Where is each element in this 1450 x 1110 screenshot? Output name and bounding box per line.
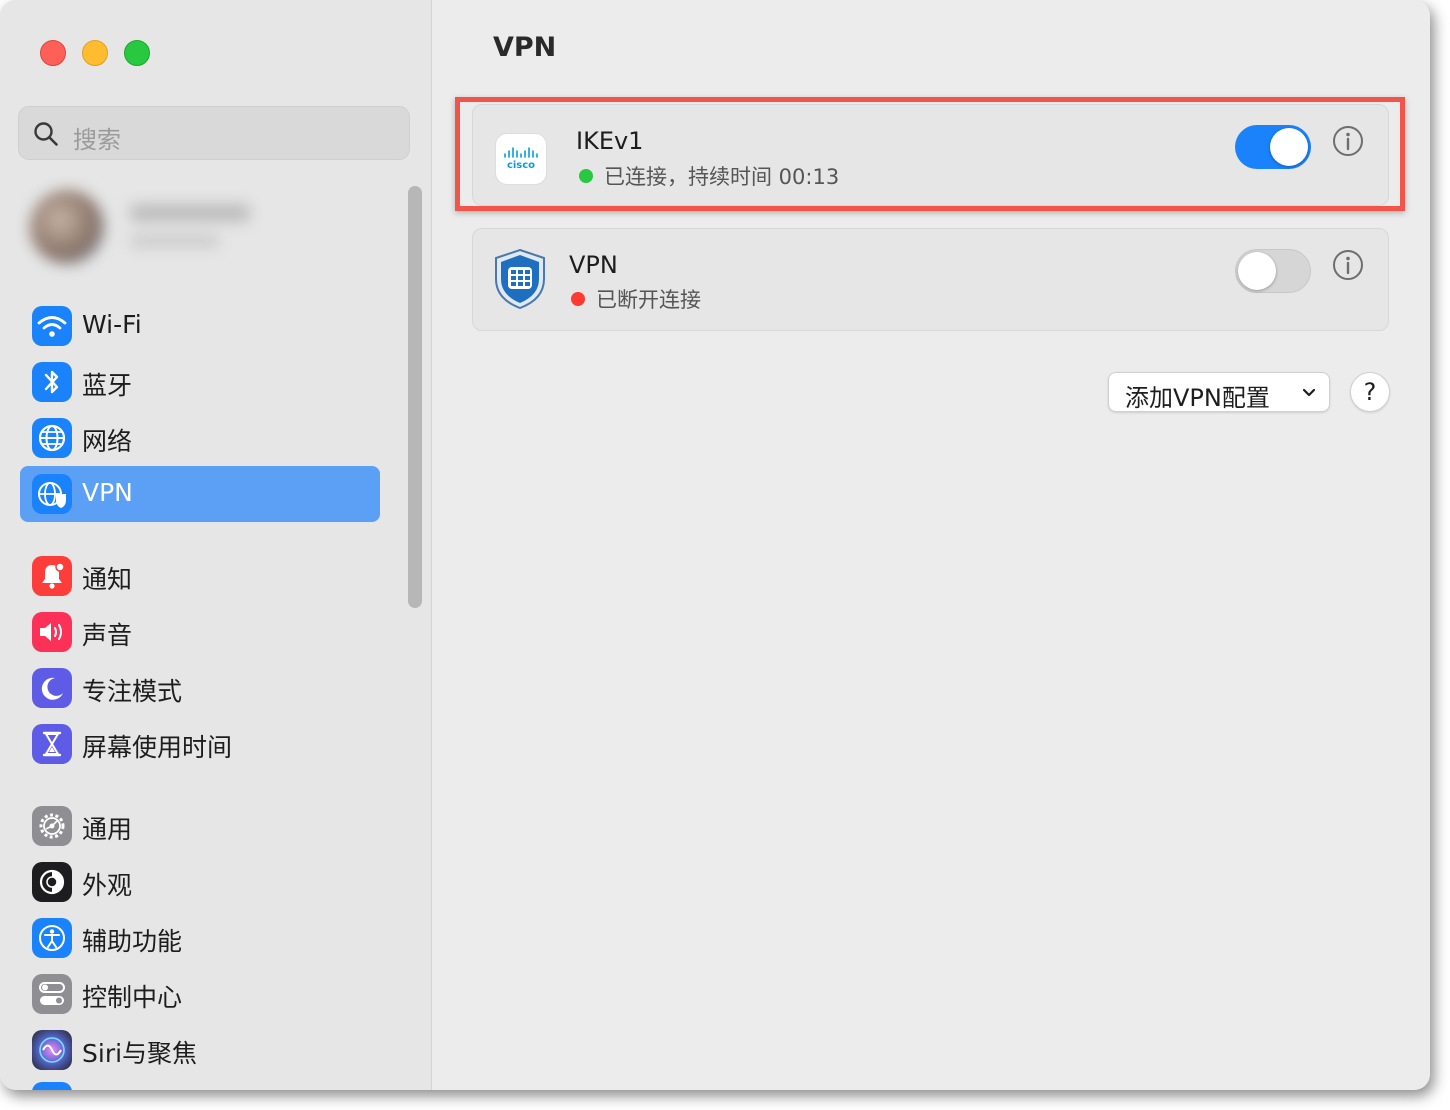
sidebar-item-label: Wi-Fi xyxy=(82,310,142,339)
window-controls xyxy=(40,40,150,66)
connection-name: VPN xyxy=(569,251,618,279)
close-button[interactable] xyxy=(40,40,66,66)
vpn-toggle-ikev1[interactable] xyxy=(1235,125,1311,169)
fortinet-shield-logo xyxy=(491,247,549,311)
sidebar-item-general[interactable]: 通用 xyxy=(20,798,380,854)
sidebar-item-sound[interactable]: 声音 xyxy=(20,604,380,660)
sidebar-item-vpn[interactable]: VPN xyxy=(20,466,380,522)
vpn-toggle-vpn[interactable] xyxy=(1235,249,1311,293)
sidebar-item-label: 蓝牙 xyxy=(82,371,133,400)
globe-icon xyxy=(32,418,72,458)
siri-icon xyxy=(32,1030,72,1070)
control-center-icon xyxy=(32,974,72,1014)
sidebar-item-cutoff xyxy=(32,1082,72,1090)
search-input[interactable]: 搜索 xyxy=(18,106,410,160)
zoom-button[interactable] xyxy=(124,40,150,66)
vpn-globe-shield-icon xyxy=(32,474,72,514)
page-title: VPN xyxy=(493,32,557,63)
bell-icon xyxy=(32,556,72,596)
accessibility-icon xyxy=(32,918,72,958)
add-vpn-label: 添加VPN配置 xyxy=(1125,384,1270,412)
sidebar-item-accessibility[interactable]: 辅助功能 xyxy=(20,910,380,966)
vpn-connection-ikev1[interactable]: cisco IKEv1 已连接，持续时间 00:13 xyxy=(472,104,1389,206)
add-vpn-configuration-button[interactable]: 添加VPN配置 xyxy=(1108,372,1330,412)
sidebar-item-notifications[interactable]: 通知 xyxy=(20,548,380,604)
vpn-connection-vpn[interactable]: VPN 已断开连接 xyxy=(472,228,1389,331)
sidebar-item-wifi[interactable]: Wi-Fi xyxy=(20,298,380,354)
sidebar-item-control-center[interactable]: 控制中心 xyxy=(20,966,380,1022)
minimize-button[interactable] xyxy=(82,40,108,66)
search-placeholder: 搜索 xyxy=(73,126,121,154)
sidebar-item-label: 专注模式 xyxy=(82,677,183,706)
disconnected-status-dot xyxy=(571,292,585,306)
sidebar-item-label: VPN xyxy=(82,478,133,507)
sidebar-item-label: Siri与聚焦 xyxy=(82,1039,198,1068)
connection-name: IKEv1 xyxy=(576,127,644,155)
info-icon[interactable] xyxy=(1332,125,1364,157)
sidebar-item-focus[interactable]: 专注模式 xyxy=(20,660,380,716)
cisco-logo: cisco xyxy=(495,133,547,185)
sidebar-item-appearance[interactable]: 外观 xyxy=(20,854,380,910)
sidebar-item-label: 声音 xyxy=(82,621,133,650)
info-icon[interactable] xyxy=(1332,249,1364,281)
account-subtitle-blurred xyxy=(130,234,220,248)
sidebar-item-bluetooth[interactable]: 蓝牙 xyxy=(20,354,380,410)
speaker-icon xyxy=(32,612,72,652)
sidebar-item-label: 辅助功能 xyxy=(82,927,183,956)
help-button[interactable]: ? xyxy=(1350,372,1390,412)
main-pane: VPN cisco IKEv1 已连接，持续时间 00:13 VPN 已断开连接… xyxy=(432,0,1430,1090)
sidebar-item-label: 外观 xyxy=(82,871,133,900)
sidebar-item-label: 网络 xyxy=(82,427,133,456)
connected-status-dot xyxy=(579,169,593,183)
toggle-knob xyxy=(1270,128,1308,166)
cisco-logo-text: cisco xyxy=(507,160,535,171)
sidebar-item-network[interactable]: 网络 xyxy=(20,410,380,466)
sidebar: 搜索 Wi-Fi 蓝牙 网络 VPN 通知 声音 专注模式 屏幕使用时间 通用 … xyxy=(0,0,432,1090)
bluetooth-icon xyxy=(32,362,72,402)
avatar xyxy=(30,190,104,264)
account-profile[interactable] xyxy=(20,172,290,278)
gear-icon xyxy=(32,806,72,846)
connection-status: 已断开连接 xyxy=(596,288,701,312)
account-name-blurred xyxy=(130,204,250,222)
wifi-icon xyxy=(32,306,72,346)
moon-icon xyxy=(32,668,72,708)
connection-status: 已连接，持续时间 00:13 xyxy=(604,165,840,189)
toggle-knob xyxy=(1238,252,1276,290)
sidebar-item-siri[interactable]: Siri与聚焦 xyxy=(20,1022,380,1078)
sidebar-scrollbar[interactable] xyxy=(408,186,422,608)
sidebar-item-label: 通用 xyxy=(82,815,133,844)
hourglass-icon xyxy=(32,724,72,764)
settings-window: 搜索 Wi-Fi 蓝牙 网络 VPN 通知 声音 专注模式 屏幕使用时间 通用 … xyxy=(0,0,1430,1090)
appearance-icon xyxy=(32,862,72,902)
sidebar-item-label: 屏幕使用时间 xyxy=(82,733,233,762)
sidebar-item-label: 控制中心 xyxy=(82,983,183,1012)
sidebar-item-label: 通知 xyxy=(82,565,133,594)
sidebar-item-screen-time[interactable]: 屏幕使用时间 xyxy=(20,716,380,772)
search-icon xyxy=(34,122,58,146)
chevron-down-icon xyxy=(1302,388,1316,397)
